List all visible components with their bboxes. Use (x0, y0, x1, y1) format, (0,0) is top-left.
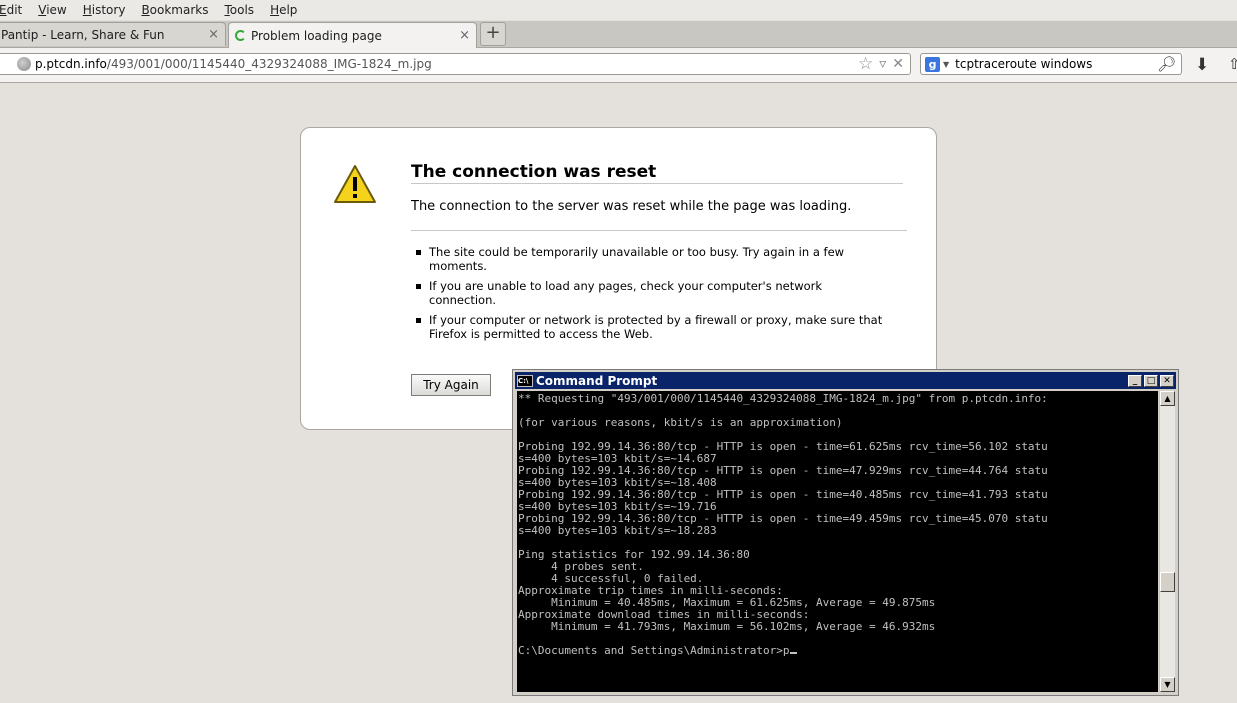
search-input[interactable]: tcptraceroute windows (955, 57, 1157, 71)
navigation-bar: p.ptcdn.info/493/001/000/1145440_4329324… (0, 48, 1237, 83)
menu-bar: Edit View History Bookmarks Tools Help (0, 0, 1237, 20)
menu-edit-accesskey: E (0, 3, 7, 17)
url-host: p.ptcdn.info (35, 57, 107, 71)
menu-history-accesskey: H (82, 3, 92, 17)
menu-help-accesskey: H (270, 3, 280, 17)
tab-problem-loading[interactable]: Problem loading page × (228, 22, 477, 48)
tab-title: Pantip - Learn, Share & Fun (1, 27, 165, 42)
tab-strip: Pantip - Learn, Share & Fun × Problem lo… (0, 21, 1237, 48)
search-icon[interactable]: 🔎︎ (1157, 55, 1176, 73)
warning-icon (334, 165, 376, 203)
scroll-up-button[interactable]: ▲ (1160, 391, 1175, 406)
menu-edit[interactable]: Edit (0, 3, 30, 17)
chevron-down-icon[interactable]: ▼ (943, 60, 949, 69)
menu-view-label: iew (46, 3, 67, 17)
description-divider (411, 230, 907, 231)
text-cursor (789, 652, 797, 654)
menu-view[interactable]: View (30, 3, 74, 17)
loading-spinner-icon (235, 30, 246, 41)
close-button[interactable]: ✕ (1160, 374, 1174, 387)
menu-help[interactable]: Help (262, 3, 305, 17)
stop-icon[interactable]: ✕ (892, 56, 904, 72)
error-description: The connection to the server was reset w… (411, 199, 852, 214)
close-icon[interactable]: × (459, 28, 470, 43)
menu-history[interactable]: History (75, 3, 134, 17)
url-bar[interactable]: p.ptcdn.info/493/001/000/1145440_4329324… (0, 53, 911, 75)
error-reasons-list: The site could be temporarily unavailabl… (416, 245, 886, 347)
menu-tools[interactable]: Tools (216, 3, 262, 17)
menu-history-label: istory (91, 3, 126, 17)
google-icon[interactable]: g (925, 56, 940, 72)
search-bar[interactable]: g ▼ tcptraceroute windows 🔎︎ (920, 53, 1182, 75)
bookmark-star-icon[interactable]: ☆ (858, 54, 873, 74)
new-tab-button[interactable]: + (480, 22, 506, 46)
console-output[interactable]: ** Requesting "493/001/000/1145440_43293… (517, 391, 1158, 692)
title-divider (411, 183, 903, 184)
console-icon: C:\ (517, 374, 533, 387)
try-again-button[interactable]: Try Again (411, 374, 491, 396)
scrollbar-thumb[interactable] (1160, 572, 1175, 592)
window-title: Command Prompt (536, 373, 658, 388)
tab-title: Problem loading page (251, 28, 382, 43)
window-titlebar[interactable]: C:\ Command Prompt _ □ ✕ (515, 372, 1176, 389)
console-text: ** Requesting "493/001/000/1145440_43293… (518, 392, 1048, 657)
menu-bookmarks-accesskey: B (141, 3, 150, 17)
menu-bookmarks[interactable]: Bookmarks (133, 3, 216, 17)
close-icon[interactable]: × (208, 27, 219, 42)
dropdown-arrow-icon[interactable]: ▿ (879, 56, 886, 72)
vertical-scrollbar[interactable]: ▲ ▼ (1159, 391, 1175, 692)
url-text[interactable]: p.ptcdn.info/493/001/000/1145440_4329324… (35, 57, 858, 71)
tab-pantip[interactable]: Pantip - Learn, Share & Fun × (0, 22, 226, 46)
scroll-down-button[interactable]: ▼ (1160, 677, 1175, 692)
command-prompt-window[interactable]: C:\ Command Prompt _ □ ✕ ** Requesting "… (512, 369, 1179, 696)
maximize-button[interactable]: □ (1144, 374, 1158, 387)
list-item: If your computer or network is protected… (416, 313, 886, 341)
home-icon[interactable]: ⇧ (1228, 55, 1237, 73)
url-path: /493/001/000/1145440_4329324088_IMG-1824… (106, 57, 432, 71)
menu-help-label: elp (279, 3, 298, 17)
list-item: The site could be temporarily unavailabl… (416, 245, 886, 273)
list-item: If you are unable to load any pages, che… (416, 279, 886, 307)
menu-view-accesskey: V (38, 3, 47, 17)
download-icon[interactable]: ⬇ (1195, 55, 1209, 75)
globe-icon (17, 57, 31, 71)
menu-tools-label: ools (229, 3, 255, 17)
error-title: The connection was reset (411, 162, 657, 182)
menu-bookmarks-label: ookmarks (149, 3, 209, 17)
minimize-button[interactable]: _ (1128, 374, 1142, 387)
menu-edit-label: dit (6, 3, 23, 17)
